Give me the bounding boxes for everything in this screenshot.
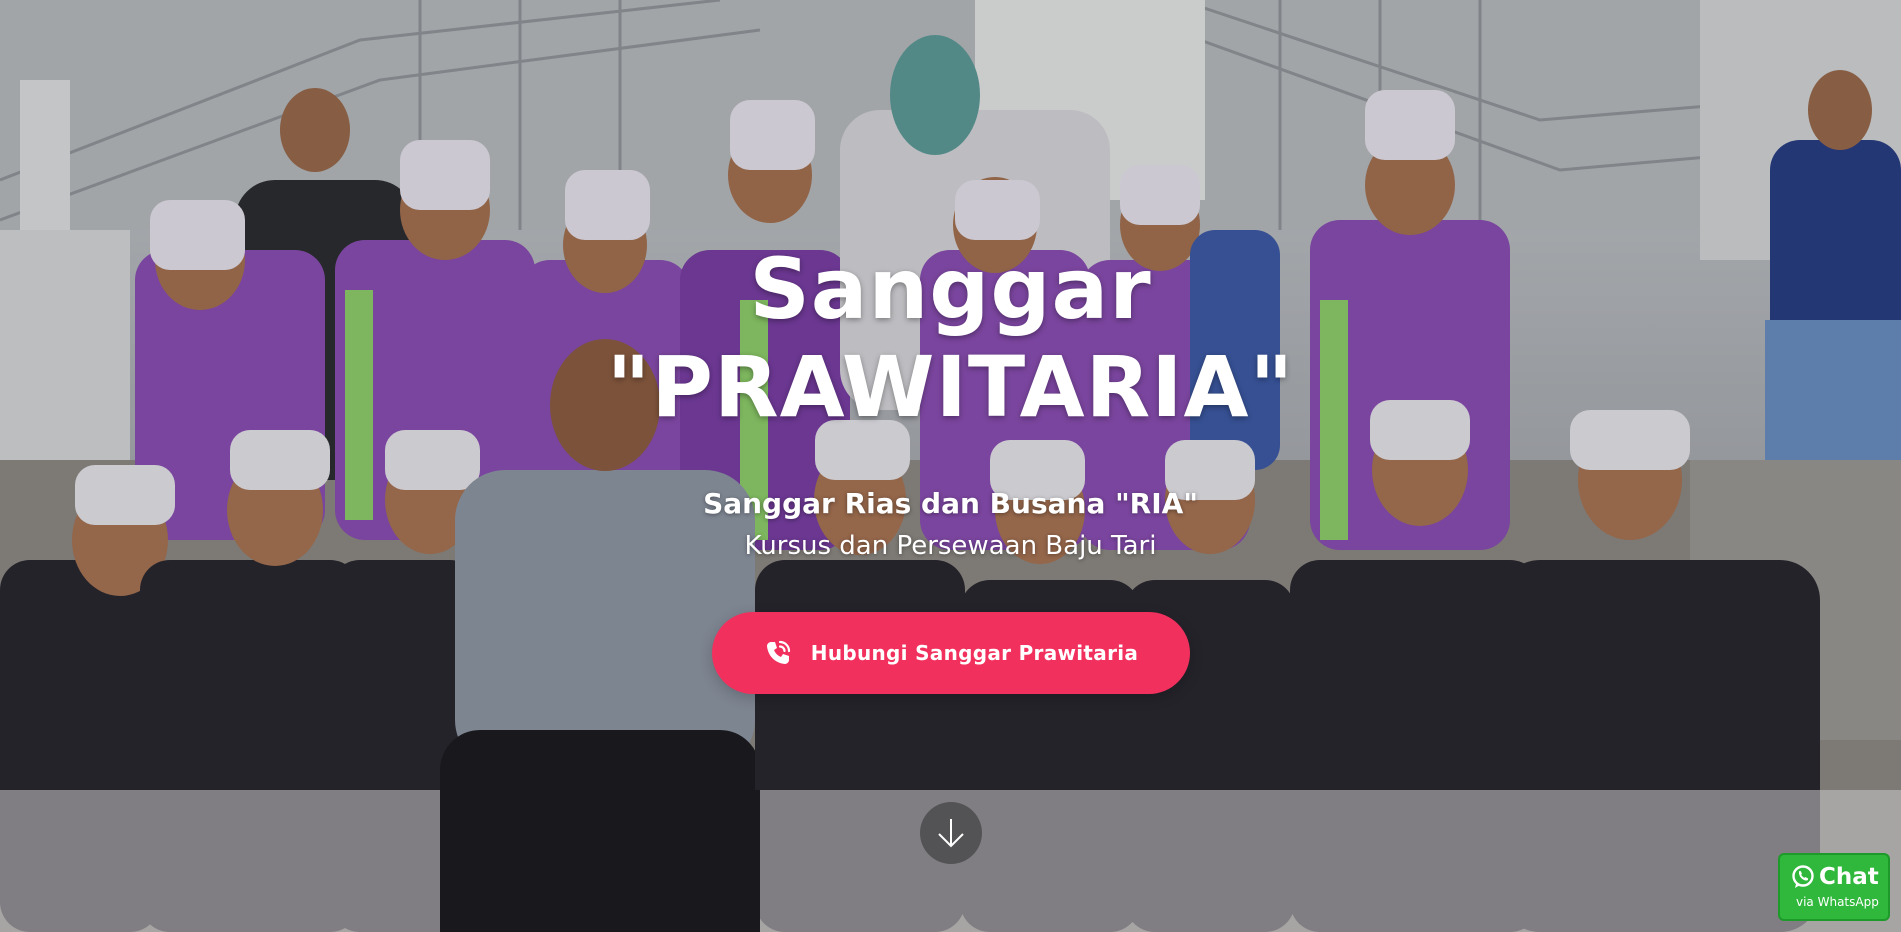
hero-subtitle: Sanggar Rias dan Busana "RIA" (703, 487, 1198, 520)
whatsapp-chat-button[interactable]: Chat via WhatsApp (1778, 853, 1890, 921)
hero-title: Sanggar "PRAWITARIA" (0, 240, 1901, 436)
whatsapp-row: Chat (1790, 863, 1879, 891)
hero-title-line2: "PRAWITARIA" (606, 338, 1295, 436)
contact-button[interactable]: Hubungi Sanggar Prawitaria (711, 612, 1190, 694)
contact-button-label: Hubungi Sanggar Prawitaria (810, 641, 1139, 665)
hero-content: Sanggar "PRAWITARIA" Sanggar Rias dan Bu… (0, 240, 1901, 694)
phone-ringing-icon (763, 638, 793, 668)
arrow-down-icon (938, 819, 964, 848)
hero-title-line1: Sanggar (749, 240, 1152, 338)
hero-tagline: Kursus dan Persewaan Baju Tari (744, 531, 1157, 561)
scroll-down-button[interactable] (920, 802, 982, 864)
hero-section: Sanggar "PRAWITARIA" Sanggar Rias dan Bu… (0, 0, 1901, 932)
whatsapp-icon (1792, 865, 1814, 888)
whatsapp-via-label: via WhatsApp (1796, 895, 1879, 909)
whatsapp-chat-label: Chat (1819, 864, 1879, 890)
